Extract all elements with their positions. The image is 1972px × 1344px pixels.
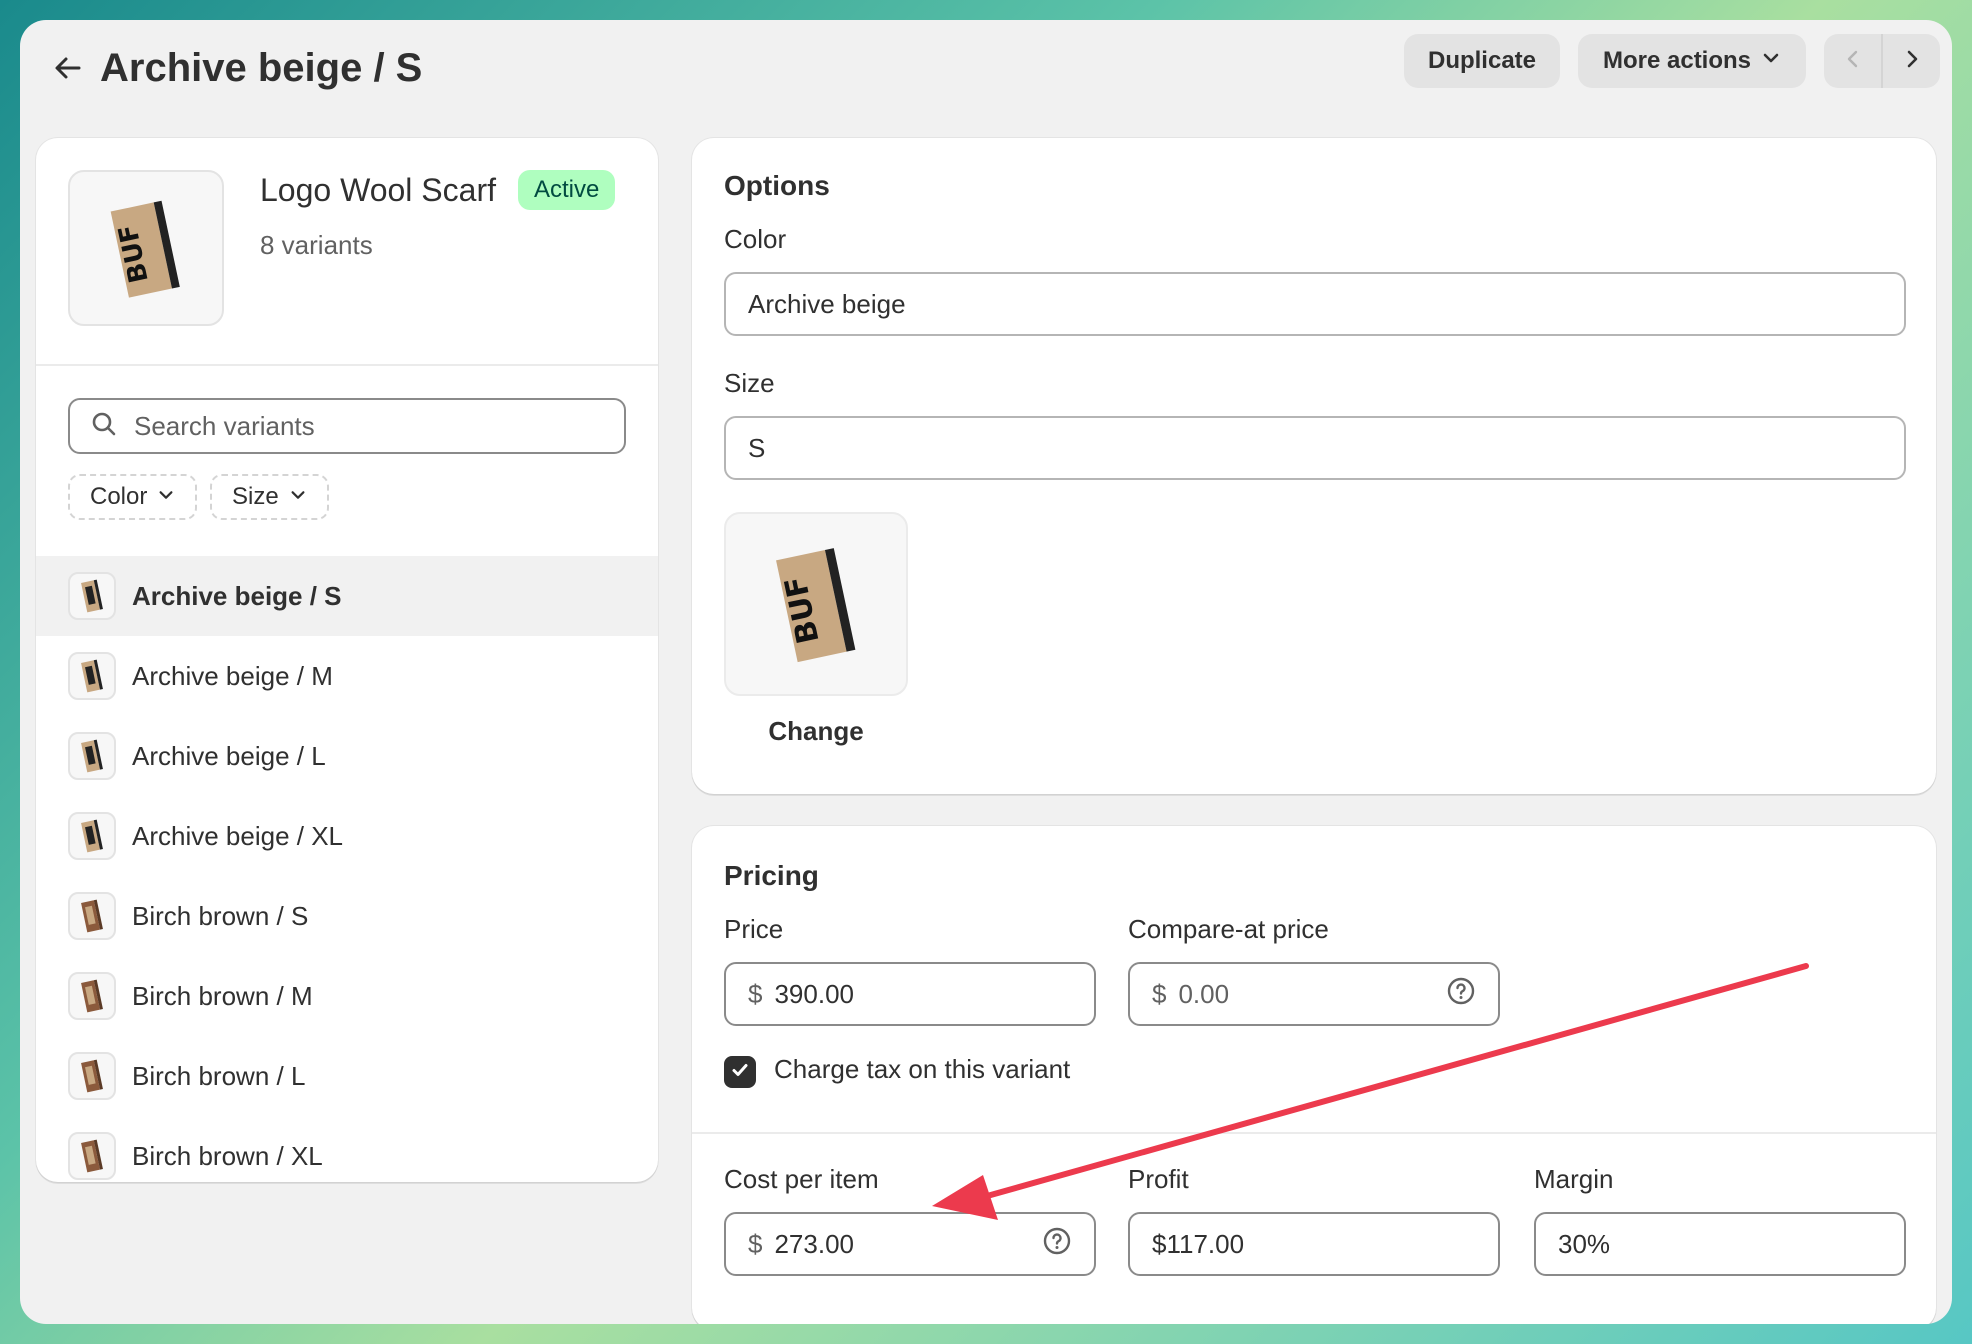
- charge-tax-checkbox[interactable]: [724, 1056, 756, 1088]
- compare-at-price-field[interactable]: $ 0.00: [1128, 962, 1500, 1026]
- price-value: 390.00: [774, 978, 854, 1009]
- variant-row[interactable]: Birch brown / M: [36, 956, 658, 1036]
- chevron-left-icon: [1843, 49, 1863, 74]
- currency-prefix: $: [748, 978, 763, 1009]
- pricing-title: Pricing: [724, 860, 819, 891]
- product-image[interactable]: BUF: [68, 170, 224, 326]
- variant-row[interactable]: Birch brown / L: [36, 1036, 658, 1116]
- size-value: S: [748, 432, 766, 463]
- margin-label: Margin: [1534, 1164, 1614, 1194]
- variant-label: Birch brown / XL: [132, 1140, 323, 1171]
- variant-count: 8 variants: [260, 230, 373, 260]
- size-filter-button[interactable]: Size: [210, 474, 329, 520]
- variant-row[interactable]: Birch brown / XL: [36, 1116, 658, 1182]
- variant-thumbnail: [68, 892, 116, 940]
- help-circle-icon[interactable]: [1446, 976, 1476, 1013]
- page-title: Archive beige / S: [100, 46, 423, 90]
- variant-image[interactable]: BUF: [724, 512, 908, 696]
- margin-field: 30%: [1534, 1212, 1906, 1276]
- product-name[interactable]: Logo Wool Scarf: [260, 172, 496, 209]
- variant-label: Birch brown / L: [132, 1060, 306, 1091]
- variants-card: BUF Logo Wool Scarf Active 8 variants Co…: [36, 138, 658, 1182]
- currency-prefix: $: [1152, 978, 1167, 1009]
- profit-field: $117.00: [1128, 1212, 1500, 1276]
- profit-label: Profit: [1128, 1164, 1189, 1194]
- variant-thumbnail: [68, 972, 116, 1020]
- variant-label: Archive beige / M: [132, 660, 333, 691]
- size-label: Size: [724, 368, 775, 398]
- variant-row[interactable]: Archive beige / XL: [36, 796, 658, 876]
- chevron-down-icon: [289, 483, 307, 511]
- variant-row[interactable]: Archive beige / S: [36, 556, 658, 636]
- color-filter-label: Color: [90, 483, 148, 510]
- currency-prefix: $: [748, 1228, 763, 1259]
- margin-value: 30%: [1558, 1228, 1611, 1259]
- compare-at-price-label: Compare-at price: [1128, 914, 1329, 944]
- variant-thumbnail: [68, 732, 116, 780]
- app-window: Archive beige / S Duplicate More actions: [20, 20, 1952, 1324]
- variant-thumbnail: [68, 1132, 116, 1180]
- profit-value: $117.00: [1152, 1228, 1245, 1259]
- checkmark-icon: [729, 1059, 751, 1086]
- back-arrow-icon[interactable]: [46, 46, 90, 90]
- variant-thumbnail: [68, 812, 116, 860]
- previous-variant-button[interactable]: [1824, 34, 1883, 88]
- duplicate-button[interactable]: Duplicate: [1404, 34, 1560, 88]
- search-variants-input[interactable]: [132, 409, 596, 443]
- chevron-down-icon: [1761, 47, 1781, 75]
- divider: [36, 364, 658, 366]
- more-actions-label: More actions: [1602, 47, 1752, 74]
- size-field[interactable]: S: [724, 416, 1906, 480]
- variant-row[interactable]: Birch brown / S: [36, 876, 658, 956]
- cost-per-item-label: Cost per item: [724, 1164, 879, 1194]
- variant-label: Birch brown / M: [132, 980, 313, 1011]
- chevron-down-icon: [157, 483, 175, 511]
- help-circle-icon[interactable]: [1042, 1226, 1072, 1263]
- variant-list: Archive beige / S Archive beige / M Arch…: [36, 556, 658, 1182]
- chevron-right-icon: [1902, 49, 1922, 74]
- options-title: Options: [724, 170, 830, 201]
- variant-thumbnail: [68, 572, 116, 620]
- color-value: Archive beige: [748, 288, 906, 319]
- size-filter-label: Size: [232, 483, 279, 510]
- variant-row[interactable]: Archive beige / L: [36, 716, 658, 796]
- divider: [692, 1132, 1936, 1134]
- options-card: Options Color Archive beige Size S BUF C…: [692, 138, 1936, 794]
- variant-thumbnail: [68, 1052, 116, 1100]
- search-variants-field[interactable]: [68, 398, 626, 454]
- color-label: Color: [724, 224, 787, 254]
- variant-label: Birch brown / S: [132, 900, 309, 931]
- cost-per-item-field[interactable]: $ 273.00: [724, 1212, 1096, 1276]
- charge-tax-label[interactable]: Charge tax on this variant: [774, 1054, 1070, 1085]
- price-field[interactable]: $ 390.00: [724, 962, 1096, 1026]
- color-field[interactable]: Archive beige: [724, 272, 1906, 336]
- variant-label: Archive beige / XL: [132, 820, 344, 851]
- variant-thumbnail: [68, 652, 116, 700]
- compare-at-price-value: 0.00: [1178, 978, 1230, 1009]
- next-variant-button[interactable]: [1883, 34, 1940, 88]
- variant-row[interactable]: Archive beige / M: [36, 636, 658, 716]
- search-icon: [90, 410, 118, 443]
- variant-label: Archive beige / L: [132, 740, 326, 771]
- pricing-card: Pricing Price $ 390.00 Compare-at price …: [692, 826, 1936, 1324]
- variant-pager: [1824, 34, 1940, 88]
- price-label: Price: [724, 914, 784, 944]
- color-filter-button[interactable]: Color: [68, 474, 198, 520]
- more-actions-button[interactable]: More actions: [1578, 34, 1806, 88]
- status-badge: Active: [518, 170, 616, 210]
- change-image-button[interactable]: Change: [724, 716, 908, 747]
- cost-per-item-value: 273.00: [774, 1228, 854, 1259]
- variant-label: Archive beige / S: [132, 580, 342, 611]
